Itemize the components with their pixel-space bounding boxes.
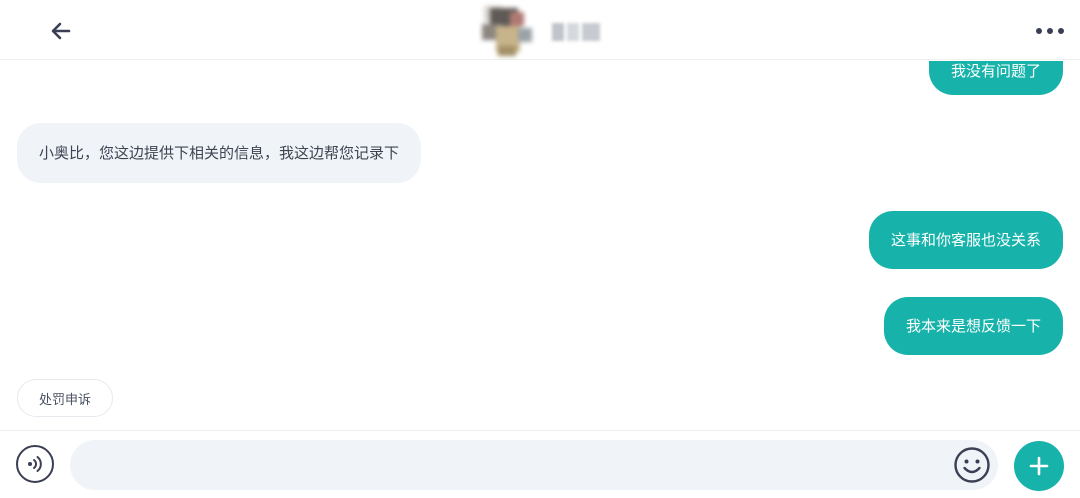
input-bar [0, 430, 1080, 498]
voice-wave-icon [28, 456, 42, 472]
message-text: 我本来是想反馈一下 [905, 317, 1041, 335]
arrow-left-icon [51, 22, 71, 40]
smile-icon [954, 447, 990, 483]
message-text: 我没有问题了 [950, 62, 1041, 80]
avatar[interactable] [474, 2, 538, 58]
quick-reply-appeal-chip[interactable]: 处罚申诉 [17, 379, 114, 417]
back-button[interactable] [44, 14, 78, 48]
message-bubble-incoming[interactable]: 小奥比，您这边提供下相关的信息，我这边帮您记录下 [17, 123, 422, 183]
message-bubble-outgoing[interactable]: 这事和你客服也没关系 [868, 211, 1063, 269]
message-input[interactable] [70, 440, 998, 490]
message-bubble-outgoing[interactable]: 我本来是想反馈一下 [883, 297, 1063, 355]
emoji-button[interactable] [953, 446, 991, 484]
message-bubble-outgoing[interactable]: 我没有问题了 [928, 61, 1063, 95]
voice-button[interactable] [16, 445, 54, 483]
more-button[interactable] [1028, 14, 1072, 48]
plus-icon [1029, 456, 1049, 476]
message-list[interactable]: 我没有问题了 小奥比，您这边提供下相关的信息，我这边帮您记录下 这事和你客服也没… [0, 61, 1080, 430]
chat-header [0, 0, 1080, 60]
more-horizontal-icon [1036, 28, 1064, 34]
message-text: 小奥比，您这边提供下相关的信息，我这边帮您记录下 [39, 144, 400, 162]
quick-reply-label: 处罚申诉 [39, 392, 92, 408]
chat-screen: 我没有问题了 小奥比，您这边提供下相关的信息，我这边帮您记录下 这事和你客服也没… [0, 0, 1080, 498]
message-text: 这事和你客服也没关系 [890, 231, 1041, 249]
plus-button[interactable] [1014, 441, 1064, 491]
contact-name [552, 20, 600, 44]
